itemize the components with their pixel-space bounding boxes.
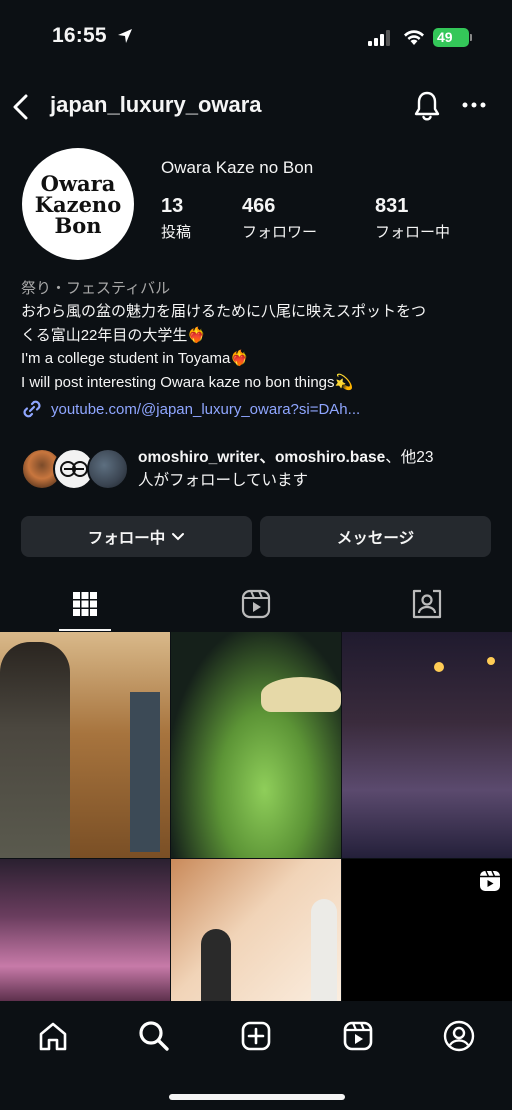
home-icon — [39, 1022, 67, 1051]
active-tab-indicator — [59, 629, 111, 631]
post-thumbnail[interactable] — [171, 859, 341, 1002]
following-button[interactable]: フォロー中 — [21, 516, 252, 557]
username-title: japan_luxury_owara — [50, 92, 262, 117]
reel-badge-icon — [480, 870, 500, 891]
bio-line: I'm a college student in Toyama❤️‍🔥 — [21, 350, 250, 367]
bio-line: くる富山22年目の大学生❤️‍🔥 — [21, 326, 207, 344]
post-thumbnail[interactable] — [342, 632, 512, 858]
location-arrow-icon — [118, 29, 132, 43]
photo-figure — [201, 929, 231, 1002]
stat-value: 466 — [242, 195, 276, 217]
photo-lantern — [487, 657, 495, 665]
profile-avatar[interactable]: Owara Kazeno Bon — [22, 148, 134, 260]
followed-by-text[interactable]: omoshiro_writer、omoshiro.base、他23 人がフォロー… — [138, 446, 498, 492]
reels-icon — [241, 589, 271, 619]
home-indicator — [169, 1094, 345, 1100]
message-button-label: メッセージ — [336, 529, 415, 547]
bio-line: おわら風の盆の魅力を届けるために八尾に映えスポットをつ — [21, 303, 427, 320]
message-button[interactable]: メッセージ — [260, 516, 491, 557]
avatar-logo-line: Kazeno — [34, 191, 122, 217]
followed-by-suffix: 、他23 — [385, 449, 434, 466]
nav-search[interactable] — [136, 1018, 172, 1054]
create-plus-icon — [241, 1021, 271, 1051]
tagged-person-icon — [412, 589, 442, 619]
omoshiro-logo-icon — [60, 461, 88, 477]
posts-grid — [0, 632, 512, 1002]
nav-profile[interactable] — [441, 1018, 477, 1054]
photo-figure — [0, 642, 70, 858]
battery-level: 49 — [437, 29, 453, 45]
stat-value: 13 — [161, 195, 184, 217]
reels-icon — [343, 1021, 373, 1051]
notification-bell-icon[interactable] — [413, 90, 441, 122]
photo-figure — [311, 899, 337, 1002]
display-name: Owara Kaze no Bon — [161, 158, 314, 177]
stat-label: フォロー中 — [375, 224, 451, 241]
status-time: 16:55 — [52, 24, 107, 47]
stat-following[interactable]: 831 フォロー中 — [375, 195, 450, 242]
avatar-logo-line: Owara — [40, 170, 116, 196]
tab-tagged[interactable] — [342, 576, 512, 632]
chevron-down-icon — [172, 532, 185, 540]
post-thumbnail[interactable] — [0, 632, 170, 858]
mutual-followers-avatars[interactable] — [21, 448, 131, 490]
mutual-follower-avatar — [87, 448, 129, 490]
profile-avatar-icon — [443, 1020, 475, 1052]
status-bar: 16:55 49 — [0, 0, 512, 74]
bio-line: I will post interesting Owara kaze no bo… — [21, 373, 354, 391]
profile-bio: おわら風の盆の魅力を届けるために八尾に映えスポットをつ くる富山22年目の大学生… — [21, 300, 496, 394]
tab-posts-grid[interactable] — [0, 576, 170, 632]
back-arrow-icon[interactable] — [12, 94, 30, 120]
stat-label: 投稿 — [161, 224, 192, 241]
stat-posts[interactable]: 13 投稿 — [161, 195, 191, 242]
stat-followers[interactable]: 466 フォロワー — [242, 195, 317, 242]
cellular-signal-icon — [368, 30, 390, 46]
post-thumbnail[interactable] — [0, 859, 170, 1002]
search-icon — [139, 1021, 169, 1051]
battery-indicator: 49 — [433, 28, 472, 47]
tab-reels[interactable] — [171, 576, 341, 632]
profile-tabs — [0, 576, 512, 632]
profile-header: japan_luxury_owara — [0, 84, 512, 128]
wifi-icon — [404, 30, 424, 45]
following-button-label: フォロー中 — [87, 529, 166, 547]
mutual-follower-names: omoshiro_writer、omoshiro.base — [138, 449, 386, 466]
post-thumbnail[interactable] — [342, 859, 512, 1002]
followed-by-suffix: 人がフォローしています — [138, 472, 309, 489]
profile-link[interactable]: youtube.com/@japan_luxury_owara?si=DAh..… — [21, 398, 360, 420]
link-chain-icon — [23, 400, 41, 418]
profile-category: 祭り・フェスティバル — [21, 279, 171, 297]
stat-value: 831 — [375, 195, 409, 217]
post-thumbnail[interactable] — [171, 632, 341, 858]
link-url[interactable]: youtube.com/@japan_luxury_owara?si=DAh..… — [51, 401, 360, 418]
avatar-logo-line: Bon — [54, 212, 102, 238]
photo-lantern — [434, 662, 444, 672]
stat-label: フォロワー — [242, 224, 318, 241]
bottom-navigation — [0, 1001, 512, 1110]
more-options-icon[interactable] — [462, 102, 486, 108]
nav-home[interactable] — [35, 1018, 71, 1054]
nav-create[interactable] — [238, 1018, 274, 1054]
grid-icon — [73, 592, 97, 616]
photo-figure — [130, 692, 160, 852]
photo-hat — [261, 677, 341, 712]
nav-reels[interactable] — [340, 1018, 376, 1054]
